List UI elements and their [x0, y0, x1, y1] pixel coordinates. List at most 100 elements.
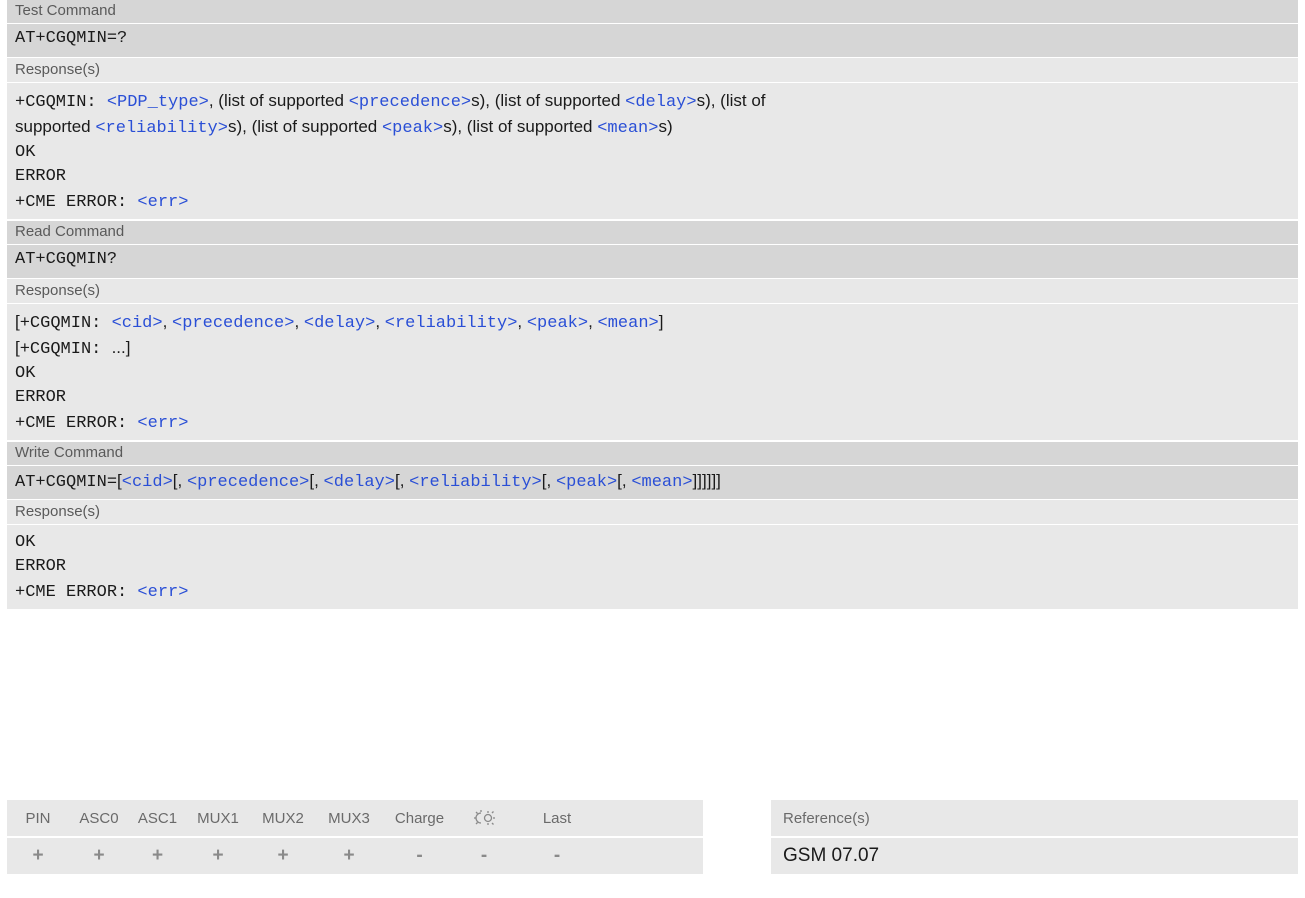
test-response-header: Response(s)	[7, 57, 1298, 82]
reference-header: Reference(s)	[771, 800, 1298, 836]
separator: ,	[162, 312, 173, 331]
col-asc0: ASC0	[79, 809, 119, 827]
ellipsis: ...	[111, 338, 126, 357]
test-response-line: +CGQMIN: <PDP_type>, (list of supported …	[15, 87, 1290, 141]
param-link-precedence[interactable]: <precedence>	[349, 93, 471, 112]
value-charge: -	[416, 845, 423, 866]
response-error: ERROR	[15, 167, 67, 186]
text: s), (list of	[696, 91, 766, 110]
bracket: [,	[541, 471, 556, 490]
param-link-err[interactable]: <err>	[137, 414, 188, 433]
response-ok: OK	[15, 143, 36, 162]
write-response-body: OK ERROR +CME ERROR: <err>	[7, 524, 1298, 609]
bracket: ]]]]]]	[692, 471, 721, 490]
response-prefix: +CGQMIN:	[19, 314, 112, 333]
col-mux1: MUX1	[197, 809, 239, 827]
write-command-section: Write Command AT+CGQMIN=[<cid>[, <preced…	[7, 442, 1298, 609]
response-ok: OK	[15, 364, 36, 383]
bracket: ]	[125, 338, 131, 357]
value-last: -	[553, 845, 561, 866]
response-error: ERROR	[15, 557, 67, 576]
value-mux3: +	[343, 845, 355, 866]
test-command-section: Test Command AT+CGQMIN=? Response(s) +CG…	[7, 0, 1298, 219]
test-command-syntax: AT+CGQMIN=?	[7, 23, 1298, 57]
reference-box: Reference(s) GSM 07.07	[771, 800, 1298, 874]
separator: ,	[375, 312, 385, 331]
bracket: [,	[309, 471, 324, 490]
reference-value: GSM 07.07	[771, 838, 1298, 874]
response-error: ERROR	[15, 388, 67, 407]
separator: ,	[588, 312, 598, 331]
param-link-reliability[interactable]: <reliability>	[409, 473, 542, 492]
param-link-mean[interactable]: <mean>	[597, 119, 658, 138]
param-link-delay[interactable]: <delay>	[625, 93, 696, 112]
command-prefix: AT+CGQMIN=	[15, 473, 118, 492]
at-command-reference: Test Command AT+CGQMIN=? Response(s) +CG…	[7, 0, 1298, 611]
param-link-err[interactable]: <err>	[137, 193, 188, 212]
param-link-peak[interactable]: <peak>	[382, 119, 443, 138]
bracket: [,	[394, 471, 410, 490]
read-command-syntax: AT+CGQMIN?	[7, 244, 1298, 278]
separator: ,	[517, 312, 527, 331]
response-ok: OK	[15, 533, 36, 552]
write-command-header: Write Command	[7, 442, 1298, 465]
read-response-header: Response(s)	[7, 278, 1298, 303]
col-charge: Charge	[394, 809, 445, 827]
read-response-body: [+CGQMIN: <cid>, <precedence>, <delay>, …	[7, 303, 1298, 440]
bracket: [,	[172, 471, 187, 490]
bracket: ]	[658, 312, 664, 331]
response-cme-error: +CME ERROR: <err>	[15, 410, 1290, 436]
interface-values-row: + + + + + + - - -	[7, 838, 703, 874]
write-response-header: Response(s)	[7, 499, 1298, 524]
value-pin: +	[32, 845, 44, 866]
param-link-precedence[interactable]: <precedence>	[172, 314, 294, 333]
col-mux2: MUX2	[262, 809, 304, 827]
response-cme-error: +CME ERROR: <err>	[15, 189, 1290, 215]
read-response-line-2: [+CGQMIN: ...]	[15, 336, 1290, 362]
col-pin: PIN	[25, 809, 51, 827]
param-link-err[interactable]: <err>	[137, 583, 188, 602]
read-response-line-1: [+CGQMIN: <cid>, <precedence>, <delay>, …	[15, 308, 1290, 336]
value-sun: -	[480, 845, 488, 866]
col-asc1: ASC1	[137, 809, 178, 827]
param-link-delay[interactable]: <delay>	[324, 473, 395, 492]
param-link-reliability[interactable]: <reliability>	[385, 314, 518, 333]
value-mux2: +	[277, 845, 289, 866]
param-link-reliability[interactable]: <reliability>	[95, 119, 228, 138]
text: s), (list of supported	[471, 91, 626, 110]
test-response-body: +CGQMIN: <PDP_type>, (list of supported …	[7, 82, 1298, 219]
param-link-mean[interactable]: <mean>	[631, 473, 692, 492]
test-command-header: Test Command	[7, 0, 1298, 23]
param-link-cid[interactable]: <cid>	[122, 473, 173, 492]
param-link-peak[interactable]: <peak>	[556, 473, 617, 492]
param-link-delay[interactable]: <delay>	[304, 314, 375, 333]
param-link-peak[interactable]: <peak>	[527, 314, 588, 333]
text: supported	[15, 117, 96, 136]
bracket: [,	[617, 471, 632, 490]
value-mux1: +	[212, 845, 224, 866]
cme-prefix: +CME ERROR:	[15, 583, 138, 602]
response-prefix: +CGQMIN:	[15, 93, 107, 112]
text: , (list of supported	[208, 91, 349, 110]
param-link-cid[interactable]: <cid>	[112, 314, 163, 333]
text: s)	[658, 117, 673, 136]
sun-icon	[457, 809, 511, 827]
read-command-section: Read Command AT+CGQMIN? Response(s) [+CG…	[7, 221, 1298, 440]
separator: ,	[294, 312, 304, 331]
param-link-precedence[interactable]: <precedence>	[187, 473, 309, 492]
cme-prefix: +CME ERROR:	[15, 414, 138, 433]
cme-prefix: +CME ERROR:	[15, 193, 138, 212]
col-mux3: MUX3	[328, 809, 370, 827]
response-cme-error: +CME ERROR: <err>	[15, 579, 1290, 605]
value-asc0: +	[93, 845, 105, 866]
text: s), (list of supported	[443, 117, 598, 136]
param-link-pdp-type[interactable]: <PDP_type>	[107, 93, 209, 112]
command-properties-footer: PIN ASC0 ASC1 MUX1 MUX2 MUX3 Charge Last…	[7, 800, 1298, 898]
write-command-syntax: AT+CGQMIN=[<cid>[, <precedence>[, <delay…	[7, 465, 1298, 499]
interface-header-row: PIN ASC0 ASC1 MUX1 MUX2 MUX3 Charge Last	[7, 800, 703, 836]
interface-support-table: PIN ASC0 ASC1 MUX1 MUX2 MUX3 Charge Last…	[7, 800, 703, 874]
text: s), (list of supported	[227, 117, 382, 136]
param-link-mean[interactable]: <mean>	[598, 314, 659, 333]
col-last: Last	[542, 809, 572, 827]
read-command-header: Read Command	[7, 221, 1298, 244]
